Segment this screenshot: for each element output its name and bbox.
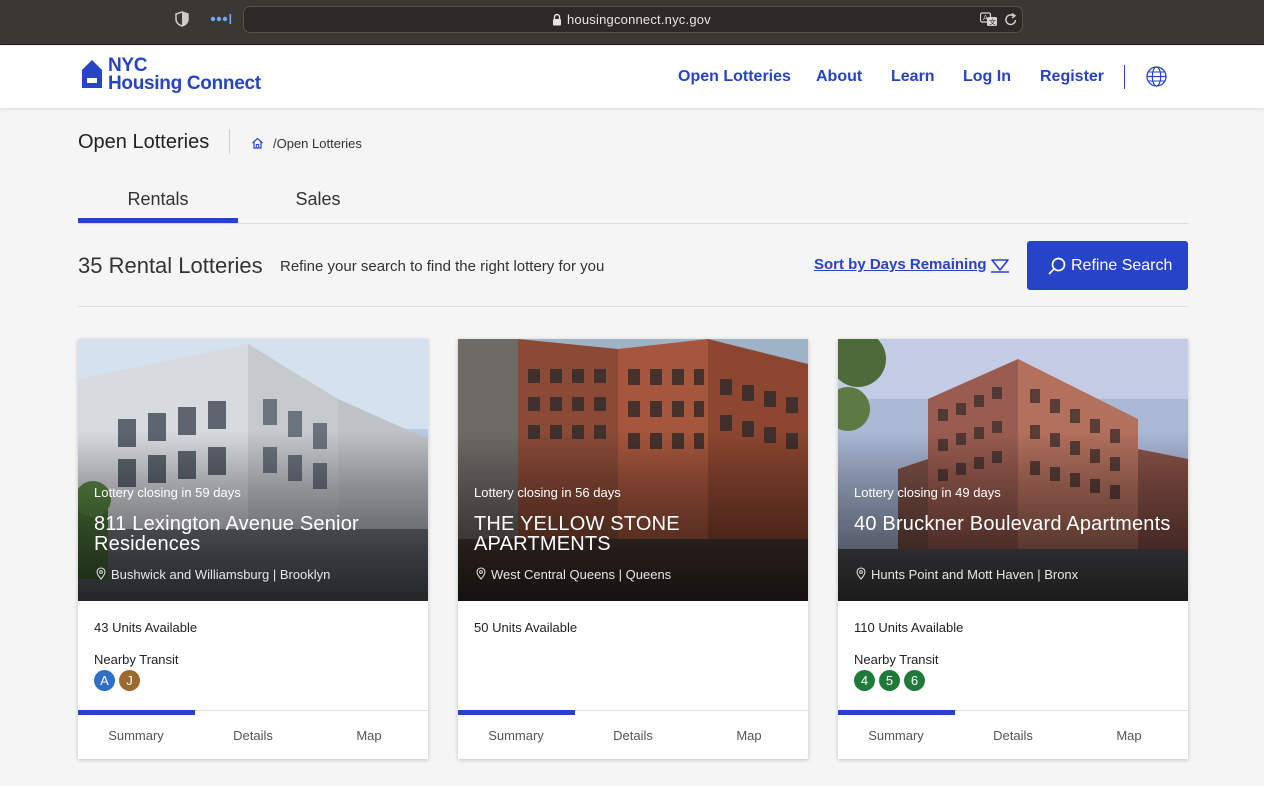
nav-learn[interactable]: Learn	[891, 68, 935, 86]
title-divider	[229, 129, 230, 154]
tab-sales[interactable]: Sales	[238, 189, 398, 210]
nav-about[interactable]: About	[816, 68, 862, 86]
card-tab-details[interactable]: Details	[955, 728, 1071, 743]
active-card-tab-indicator	[78, 710, 195, 715]
translate-icon[interactable]: A 文	[980, 12, 998, 27]
location-pin-icon	[476, 567, 486, 580]
house-logo-icon	[82, 60, 102, 88]
active-card-tab-indicator	[838, 710, 955, 715]
tab-dots-icon[interactable]	[210, 11, 232, 27]
photo-gradient	[838, 339, 1188, 601]
subway-5-badge: 5	[879, 670, 900, 691]
units-available: 50 Units Available	[474, 620, 578, 635]
browser-toolbar: housingconnect.nyc.gov A 文	[0, 0, 1264, 45]
card-tab-details[interactable]: Details	[195, 728, 311, 743]
svg-text:文: 文	[989, 18, 996, 27]
card-tab-summary[interactable]: Summary	[78, 728, 194, 743]
home-icon[interactable]	[251, 137, 264, 149]
nav-log-in[interactable]: Log In	[963, 68, 1011, 86]
listing-name[interactable]: THE YELLOW STONE APARTMENTS	[474, 514, 794, 554]
search-icon	[1048, 257, 1066, 275]
shield-icon[interactable]	[175, 11, 189, 27]
lock-icon	[553, 13, 561, 26]
card-tab-map[interactable]: Map	[1071, 728, 1187, 743]
address-bar[interactable]: housingconnect.nyc.gov A 文	[243, 6, 1023, 33]
results-divider	[78, 306, 1188, 307]
closing-countdown: Lottery closing in 49 days	[854, 485, 1001, 500]
listing-location: Bushwick and Williamsburg | Brooklyn	[111, 567, 331, 582]
listing-location: Hunts Point and Mott Haven | Bronx	[871, 567, 1079, 582]
globe-language-icon[interactable]	[1146, 66, 1167, 87]
page-title: Open Lotteries	[78, 131, 210, 153]
subway-j-badge: J	[119, 670, 140, 691]
nyc-housing-connect-logo[interactable]: NYC Housing Connect	[80, 56, 280, 96]
nearby-transit-label: Nearby Transit	[94, 652, 179, 667]
listing-name[interactable]: 811 Lexington Avenue Senior Residences	[94, 514, 414, 554]
lottery-card[interactable]: Lottery closing in 56 days THE YELLOW ST…	[458, 339, 808, 759]
listing-location: West Central Queens | Queens	[491, 567, 672, 582]
refine-hint: Refine your search to find the right lot…	[280, 258, 605, 275]
lottery-card[interactable]: Lottery closing in 49 days 40 Bruckner B…	[838, 339, 1188, 759]
nav-register[interactable]: Register	[1040, 68, 1104, 86]
units-available: 43 Units Available	[94, 620, 198, 635]
active-card-tab-indicator	[458, 710, 575, 715]
nearby-transit-label: Nearby Transit	[854, 652, 939, 667]
subway-6-badge: 6	[904, 670, 925, 691]
photo-gradient	[78, 339, 428, 601]
closing-countdown: Lottery closing in 56 days	[474, 485, 621, 500]
card-tab-summary[interactable]: Summary	[458, 728, 574, 743]
refine-search-label: Refine Search	[1071, 257, 1173, 274]
nav-divider	[1124, 65, 1125, 89]
location-pin-icon	[856, 567, 866, 580]
listing-name[interactable]: 40 Bruckner Boulevard Apartments	[854, 514, 1174, 534]
nav-open-lotteries[interactable]: Open Lotteries	[678, 68, 791, 86]
url-text: housingconnect.nyc.gov	[567, 12, 711, 27]
subway-a-badge: A	[94, 670, 115, 691]
refine-search-button[interactable]: Refine Search	[1027, 241, 1188, 290]
card-tab-summary[interactable]: Summary	[838, 728, 954, 743]
listing-photo[interactable]: Lottery closing in 59 days 811 Lexington…	[78, 339, 428, 601]
card-tab-map[interactable]: Map	[691, 728, 807, 743]
lottery-card[interactable]: Lottery closing in 59 days 811 Lexington…	[78, 339, 428, 759]
subway-4-badge: 4	[854, 670, 875, 691]
location-pin-icon	[96, 567, 106, 580]
photo-gradient	[458, 339, 808, 601]
tabs-divider	[78, 223, 1188, 224]
results-count: 35 Rental Lotteries	[78, 253, 263, 278]
card-tab-map[interactable]: Map	[311, 728, 427, 743]
sort-dropdown[interactable]: Sort by Days Remaining	[814, 256, 987, 273]
logo-line-2: Housing Connect	[108, 73, 261, 94]
listing-photo[interactable]: Lottery closing in 49 days 40 Bruckner B…	[838, 339, 1188, 601]
units-available: 110 Units Available	[854, 620, 964, 635]
sort-chevron-icon[interactable]	[990, 257, 1010, 273]
reload-icon[interactable]	[1004, 12, 1018, 27]
breadcrumb[interactable]: /Open Lotteries	[273, 136, 362, 151]
listing-photo[interactable]: Lottery closing in 56 days THE YELLOW ST…	[458, 339, 808, 601]
card-tab-details[interactable]: Details	[575, 728, 691, 743]
tab-rentals[interactable]: Rentals	[78, 189, 238, 210]
site-header: NYC Housing Connect Open Lotteries About…	[0, 46, 1264, 108]
closing-countdown: Lottery closing in 59 days	[94, 485, 241, 500]
